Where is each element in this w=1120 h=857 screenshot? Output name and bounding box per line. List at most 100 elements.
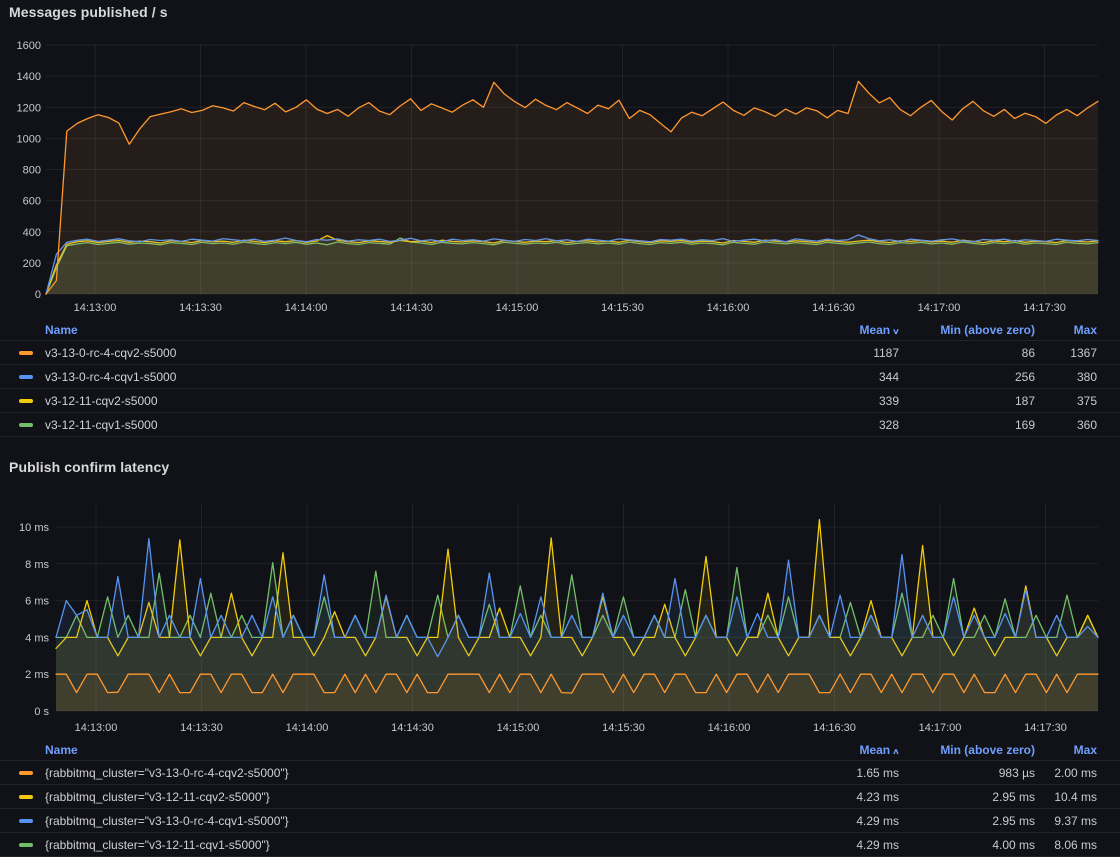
- legend-max-value: 10.4 ms: [1035, 790, 1097, 804]
- series-color-swatch: [19, 399, 33, 403]
- legend-min-value: 983 µs: [899, 766, 1035, 780]
- series-color-swatch: [19, 819, 33, 823]
- legend-min-value: 86: [899, 346, 1035, 360]
- series-color-swatch: [19, 795, 33, 799]
- y-axis-tick-label: 1200: [17, 102, 41, 114]
- legend-header-mean[interactable]: Mean∨: [789, 323, 899, 337]
- legend-mean-value: 328: [789, 418, 899, 432]
- y-axis-tick-label: 800: [23, 165, 41, 177]
- legend-max-value: 1367: [1035, 346, 1097, 360]
- legend-max-value: 8.06 ms: [1035, 838, 1097, 852]
- y-axis-tick-label: 1400: [17, 71, 41, 83]
- legend-row: {rabbitmq_cluster="v3-12-11-cqv1-s5000"}…: [0, 832, 1120, 857]
- series-color-swatch: [19, 375, 33, 379]
- legend-mean-value: 339: [789, 394, 899, 408]
- x-axis-tick-label: 14:15:30: [602, 722, 645, 734]
- x-axis-tick-label: 14:15:00: [497, 722, 540, 734]
- x-axis-tick-label: 14:16:30: [812, 302, 855, 314]
- x-axis-tick-label: 14:14:00: [285, 302, 328, 314]
- legend-series-name[interactable]: {rabbitmq_cluster="v3-13-0-rc-4-cqv1-s50…: [45, 814, 789, 828]
- legend-table: Name Mean∨ Min (above zero) Max v3-13-0-…: [0, 318, 1120, 437]
- legend-row: v3-13-0-rc-4-cqv2-s5000 1187 86 1367: [0, 340, 1120, 364]
- legend-min-value: 256: [899, 370, 1035, 384]
- x-axis-tick-label: 14:13:30: [180, 722, 223, 734]
- legend-series-name[interactable]: v3-13-0-rc-4-cqv1-s5000: [45, 370, 789, 384]
- y-axis-tick-label: 6 ms: [25, 596, 49, 608]
- legend-max-value: 2.00 ms: [1035, 766, 1097, 780]
- legend-row: v3-12-11-cqv1-s5000 328 169 360: [0, 412, 1120, 437]
- x-axis-tick-label: 14:15:30: [601, 302, 644, 314]
- legend-max-value: 380: [1035, 370, 1097, 384]
- sort-caret-icon: ∨: [892, 327, 900, 336]
- legend-header-max[interactable]: Max: [1035, 323, 1097, 337]
- legend-min-value: 2.95 ms: [899, 814, 1035, 828]
- x-axis-tick-label: 14:13:00: [74, 302, 117, 314]
- legend-min-value: 187: [899, 394, 1035, 408]
- legend-header-row: Name Mean∧ Min (above zero) Max: [0, 738, 1120, 760]
- y-axis-tick-label: 4 ms: [25, 632, 49, 644]
- x-axis-tick-label: 14:17:00: [918, 302, 961, 314]
- panel-publish-confirm-latency: Publish confirm latency 14:13:0014:13:30…: [0, 455, 1120, 857]
- panel-messages-published: Messages published / s 14:13:0014:13:301…: [0, 0, 1120, 455]
- legend-header-min[interactable]: Min (above zero): [899, 323, 1035, 337]
- legend-min-value: 2.95 ms: [899, 790, 1035, 804]
- series-color-swatch: [19, 423, 33, 427]
- y-axis-tick-label: 600: [23, 196, 41, 208]
- y-axis-tick-label: 0 s: [34, 706, 49, 718]
- x-axis-tick-label: 14:14:00: [286, 722, 329, 734]
- legend-header-name[interactable]: Name: [45, 323, 789, 337]
- legend-row: v3-12-11-cqv2-s5000 339 187 375: [0, 388, 1120, 412]
- messages-published-timeseries-chart[interactable]: 14:13:0014:13:3014:14:0014:14:3014:15:00…: [0, 0, 1120, 318]
- x-axis-tick-label: 14:13:00: [75, 722, 118, 734]
- series-area-fill: [46, 81, 1098, 294]
- y-axis-tick-label: 0: [35, 289, 41, 301]
- x-axis-tick-label: 14:15:00: [496, 302, 539, 314]
- y-axis-tick-label: 200: [23, 258, 41, 270]
- legend-mean-value: 4.29 ms: [789, 814, 899, 828]
- legend-header-row: Name Mean∨ Min (above zero) Max: [0, 318, 1120, 340]
- legend-series-name[interactable]: v3-12-11-cqv2-s5000: [45, 394, 789, 408]
- y-axis-tick-label: 2 ms: [25, 669, 49, 681]
- legend-min-value: 4.00 ms: [899, 838, 1035, 852]
- x-axis-tick-label: 14:16:00: [707, 302, 750, 314]
- legend-mean-value: 4.29 ms: [789, 838, 899, 852]
- legend-row: {rabbitmq_cluster="v3-13-0-rc-4-cqv1-s50…: [0, 808, 1120, 832]
- grafana-dashboard: { "page": { "background": "#111217", "ac…: [0, 0, 1120, 857]
- legend-mean-value: 1.65 ms: [789, 766, 899, 780]
- sort-caret-icon: ∧: [892, 747, 900, 756]
- publish-confirm-latency-timeseries-chart[interactable]: 14:13:00 14:13:30 14:14:00 14:14:30 14:15:00…: [0, 455, 1120, 738]
- y-axis-tick-label: 1600: [17, 40, 41, 52]
- legend-series-name[interactable]: {rabbitmq_cluster="v3-12-11-cqv2-s5000"}: [45, 790, 789, 804]
- x-axis-tick-label: 14:16:30: [813, 722, 856, 734]
- legend-header-max[interactable]: Max: [1035, 743, 1097, 757]
- x-axis-tick-label: 14:14:30: [390, 302, 433, 314]
- x-axis-tick-label: 14:17:30: [1023, 302, 1066, 314]
- x-axis-tick-label: 14:17:00: [919, 722, 962, 734]
- legend-row: v3-13-0-rc-4-cqv1-s5000 344 256 380: [0, 364, 1120, 388]
- legend-max-value: 9.37 ms: [1035, 814, 1097, 828]
- legend-row: {rabbitmq_cluster="v3-12-11-cqv2-s5000"}…: [0, 784, 1120, 808]
- y-axis-tick-label: 400: [23, 227, 41, 239]
- x-axis-tick-label: 14:17:30: [1024, 722, 1067, 734]
- legend-series-name[interactable]: v3-13-0-rc-4-cqv2-s5000: [45, 346, 789, 360]
- legend-series-name[interactable]: v3-12-11-cqv1-s5000: [45, 418, 789, 432]
- y-axis-tick-label: 8 ms: [25, 559, 49, 571]
- legend-header-name[interactable]: Name: [45, 743, 789, 757]
- x-axis-tick-label: 14:14:30: [391, 722, 434, 734]
- legend-series-name[interactable]: {rabbitmq_cluster="v3-13-0-rc-4-cqv2-s50…: [45, 766, 789, 780]
- legend-header-mean[interactable]: Mean∧: [789, 743, 899, 757]
- legend-mean-value: 344: [789, 370, 899, 384]
- legend-header-min[interactable]: Min (above zero): [899, 743, 1035, 757]
- legend-min-value: 169: [899, 418, 1035, 432]
- legend-table: Name Mean∧ Min (above zero) Max {rabbitm…: [0, 738, 1120, 857]
- series-color-swatch: [19, 351, 33, 355]
- y-axis-tick-label: 10 ms: [19, 522, 49, 534]
- x-axis-tick-label: 14:16:00: [708, 722, 751, 734]
- legend-mean-value: 1187: [789, 346, 899, 360]
- legend-series-name[interactable]: {rabbitmq_cluster="v3-12-11-cqv1-s5000"}: [45, 838, 789, 852]
- y-axis-tick-label: 1000: [17, 133, 41, 145]
- legend-row: {rabbitmq_cluster="v3-13-0-rc-4-cqv2-s50…: [0, 760, 1120, 784]
- series-color-swatch: [19, 843, 33, 847]
- legend-max-value: 375: [1035, 394, 1097, 408]
- legend-mean-value: 4.23 ms: [789, 790, 899, 804]
